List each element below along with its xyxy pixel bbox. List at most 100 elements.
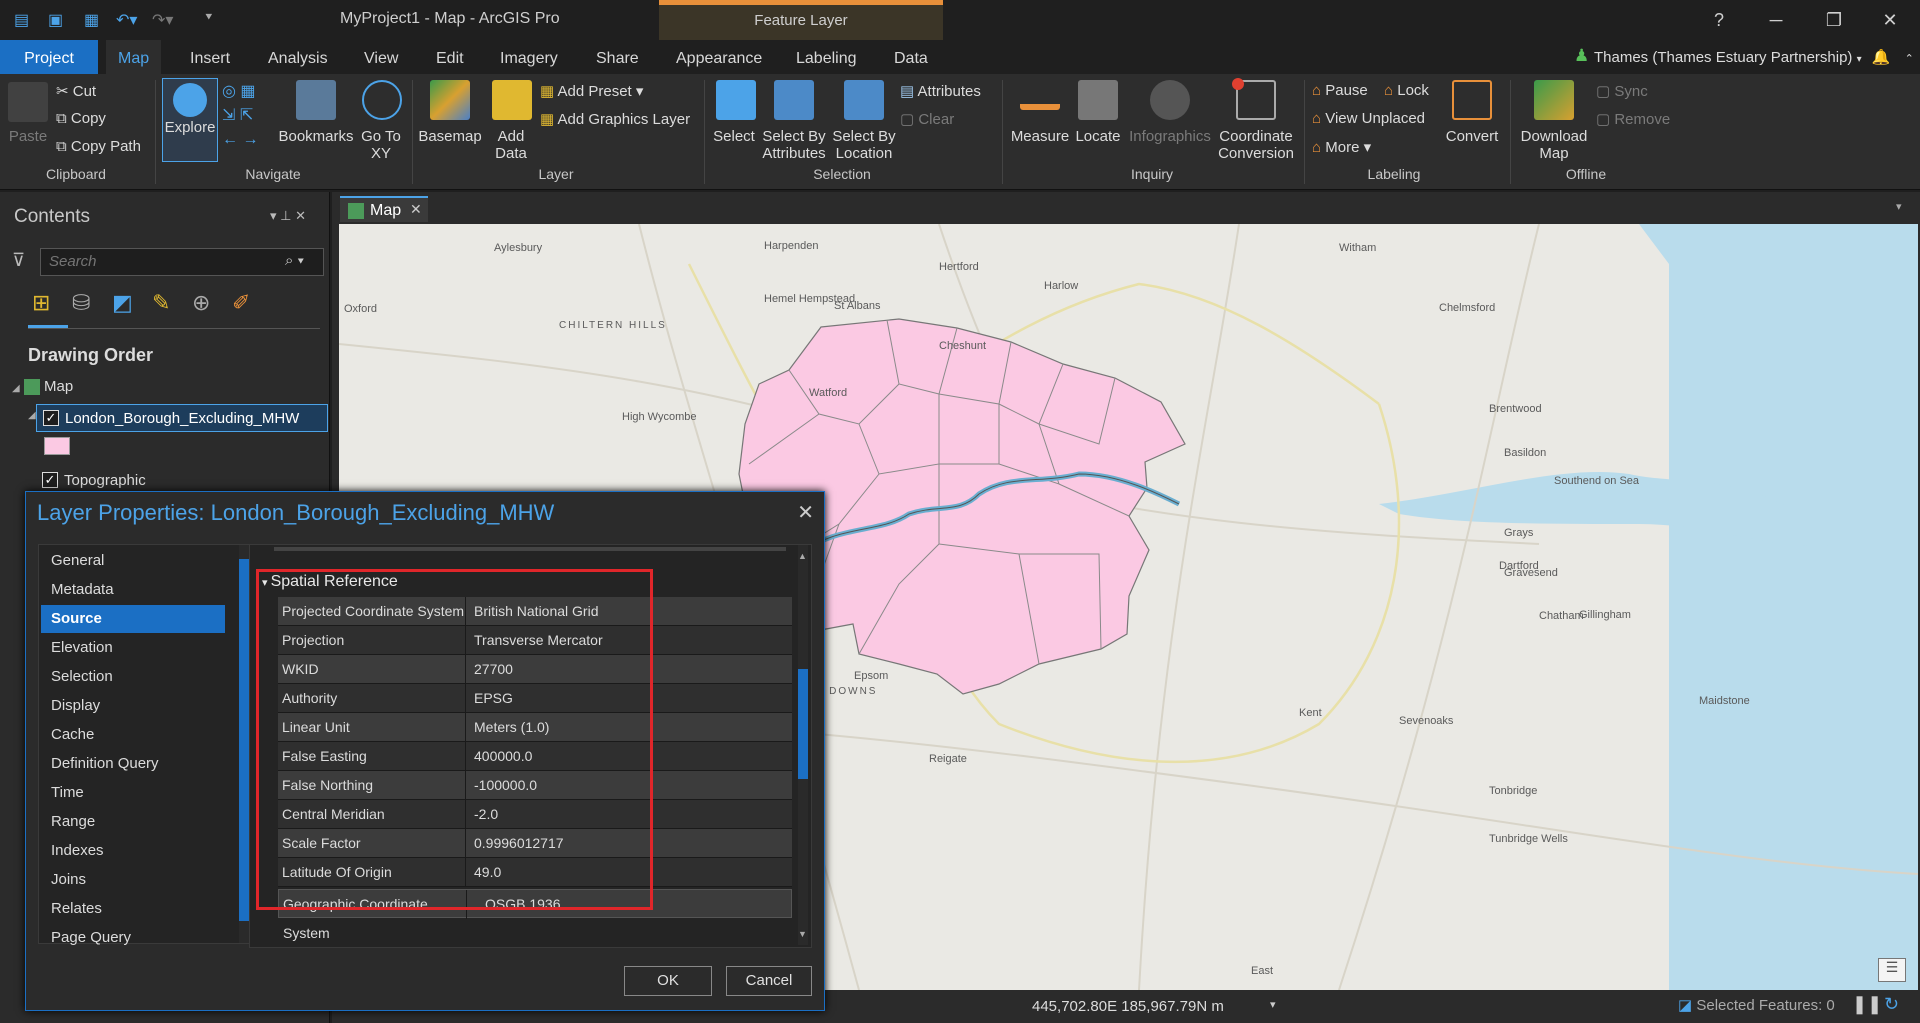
filter-icon[interactable]: ⊽: [12, 250, 25, 271]
units-dropdown-icon[interactable]: ▾: [1270, 998, 1276, 1011]
tab-appearance[interactable]: Appearance: [664, 40, 774, 74]
new-project-icon[interactable]: ▤: [14, 10, 29, 30]
ok-button[interactable]: OK: [624, 966, 712, 996]
close-tab-icon[interactable]: ✕: [410, 201, 422, 218]
pause-drawing-icon[interactable]: ❚❚: [1852, 994, 1882, 1015]
redo-icon[interactable]: ↷▾: [152, 10, 173, 30]
goto-xy-button[interactable]: Go To XY: [358, 128, 404, 162]
tab-view[interactable]: View: [352, 40, 410, 74]
nav-scroll-thumb[interactable]: [239, 559, 249, 921]
lock-button[interactable]: ⌂ Lock: [1384, 82, 1429, 99]
table-of-contents-toggle-icon[interactable]: ☰: [1878, 958, 1906, 982]
copy-path-button[interactable]: ⧉ Copy Path: [56, 138, 141, 155]
pause-button[interactable]: ⌂ Pause: [1312, 82, 1368, 99]
refresh-icon[interactable]: ↻: [1884, 994, 1899, 1015]
nav-item-display[interactable]: Display: [41, 692, 225, 720]
toc-map-row[interactable]: ◢ Map: [12, 378, 73, 396]
cancel-button[interactable]: Cancel: [726, 966, 812, 996]
nav-tools-icon[interactable]: ◎ ▦ ⇲ ⇱ ← →: [222, 80, 272, 152]
open-project-icon[interactable]: ▣: [48, 10, 63, 30]
layer-visibility-checkbox[interactable]: ✓: [43, 410, 59, 426]
infographics-button[interactable]: Infographics: [1126, 128, 1214, 145]
tab-list-icon[interactable]: ▾: [1896, 200, 1902, 213]
props-scroll-thumb[interactable]: [798, 669, 808, 779]
tab-analysis[interactable]: Analysis: [256, 40, 340, 74]
nav-item-time[interactable]: Time: [41, 779, 225, 807]
list-by-labeling-icon[interactable]: ✐: [232, 290, 262, 320]
download-map-button[interactable]: Download Map: [1514, 128, 1594, 162]
layer-symbol-swatch[interactable]: [44, 437, 70, 455]
customize-qat-icon[interactable]: ⯆: [204, 10, 214, 25]
list-by-selection-icon[interactable]: ◩: [112, 290, 142, 320]
topographic-visibility-checkbox[interactable]: ✓: [42, 472, 58, 488]
list-by-source-icon[interactable]: ⛁: [72, 290, 102, 320]
scroll-up-icon[interactable]: ▲: [798, 551, 807, 561]
cut-button[interactable]: ✂ Cut: [56, 82, 96, 100]
select-button[interactable]: Select: [708, 128, 760, 145]
close-window-button[interactable]: ✕: [1870, 6, 1910, 34]
explore-button[interactable]: Explore: [162, 78, 218, 162]
tab-edit[interactable]: Edit: [424, 40, 476, 74]
copy-button[interactable]: ⧉ Copy: [56, 110, 106, 127]
sync-button[interactable]: ▢ Sync: [1596, 82, 1648, 100]
measure-button[interactable]: Measure: [1008, 128, 1072, 145]
dialog-close-button[interactable]: ✕: [797, 500, 814, 525]
nav-item-relates[interactable]: Relates: [41, 895, 225, 923]
view-unplaced-button[interactable]: ⌂ View Unplaced: [1312, 110, 1425, 127]
pane-options-icon[interactable]: ▾ ⊥ ✕: [270, 208, 306, 224]
nav-item-metadata[interactable]: Metadata: [41, 576, 225, 604]
help-button[interactable]: ?: [1699, 6, 1739, 34]
tab-share[interactable]: Share: [584, 40, 651, 74]
nav-scrollbar[interactable]: [239, 545, 249, 943]
coordinate-conversion-button[interactable]: Coordinate Conversion: [1214, 128, 1298, 162]
nav-item-definition-query[interactable]: Definition Query: [41, 750, 225, 778]
undo-icon[interactable]: ↶▾: [116, 10, 137, 30]
convert-button[interactable]: Convert: [1440, 128, 1504, 145]
list-by-snapping-icon[interactable]: ⊕: [192, 290, 222, 320]
select-by-location-button[interactable]: Select By Location: [828, 128, 900, 162]
add-graphics-layer-button[interactable]: ▦ Add Graphics Layer: [540, 110, 690, 128]
selected-features-status[interactable]: ◪ Selected Features: 0: [1678, 996, 1835, 1014]
notification-icon[interactable]: 🔔: [1872, 49, 1891, 66]
more-button[interactable]: ⌂ More ▾: [1312, 138, 1371, 156]
expand-icon[interactable]: ◢: [28, 410, 36, 421]
minimize-button[interactable]: ─: [1756, 6, 1796, 34]
remove-button[interactable]: ▢ Remove: [1596, 110, 1670, 128]
bookmarks-button[interactable]: Bookmarks: [278, 128, 354, 145]
tab-insert[interactable]: Insert: [178, 40, 242, 74]
expand-icon[interactable]: ◢: [12, 383, 20, 394]
paste-button[interactable]: Paste: [6, 128, 50, 145]
nav-item-indexes[interactable]: Indexes: [41, 837, 225, 865]
list-by-drawing-order-icon[interactable]: ⊞: [32, 290, 62, 320]
nav-item-cache[interactable]: Cache: [41, 721, 225, 749]
search-icon[interactable]: ⌕ ▾: [285, 252, 304, 269]
nav-item-page-query[interactable]: Page Query: [41, 924, 225, 952]
collapse-ribbon-icon[interactable]: ⌃: [1905, 53, 1914, 65]
user-account[interactable]: Thames (Thames Estuary Partnership) ▾ 🔔 …: [1570, 48, 1914, 66]
select-by-attributes-button[interactable]: Select By Attributes: [756, 128, 832, 162]
props-scrollbar[interactable]: ▲ ▼: [798, 545, 808, 945]
clear-button[interactable]: ▢ Clear: [900, 110, 954, 128]
restore-button[interactable]: ❐: [1814, 6, 1854, 34]
tab-map[interactable]: Map: [106, 40, 162, 74]
locate-button[interactable]: Locate: [1070, 128, 1126, 145]
add-data-button[interactable]: Add Data: [486, 128, 536, 162]
save-project-icon[interactable]: ▦: [84, 10, 99, 30]
tab-data[interactable]: Data: [882, 40, 940, 74]
nav-item-general[interactable]: General: [41, 547, 225, 575]
list-by-editing-icon[interactable]: ✎: [152, 290, 182, 320]
search-input[interactable]: [41, 249, 281, 274]
nav-item-joins[interactable]: Joins: [41, 866, 225, 894]
map-view-tab[interactable]: Map ✕: [340, 196, 428, 222]
nav-item-elevation[interactable]: Elevation: [41, 634, 225, 662]
basemap-button[interactable]: Basemap: [418, 128, 482, 145]
tab-project[interactable]: Project: [0, 40, 98, 74]
nav-item-selection[interactable]: Selection: [41, 663, 225, 691]
tab-imagery[interactable]: Imagery: [488, 40, 570, 74]
add-preset-button[interactable]: ▦ Add Preset ▾: [540, 82, 643, 100]
attributes-button[interactable]: ▤ Attributes: [900, 82, 981, 100]
toc-layer-selected-row[interactable]: ✓ London_Borough_Excluding_MHW: [36, 404, 328, 432]
scroll-down-icon[interactable]: ▼: [798, 929, 807, 939]
nav-item-range[interactable]: Range: [41, 808, 225, 836]
tab-labeling[interactable]: Labeling: [784, 40, 869, 74]
